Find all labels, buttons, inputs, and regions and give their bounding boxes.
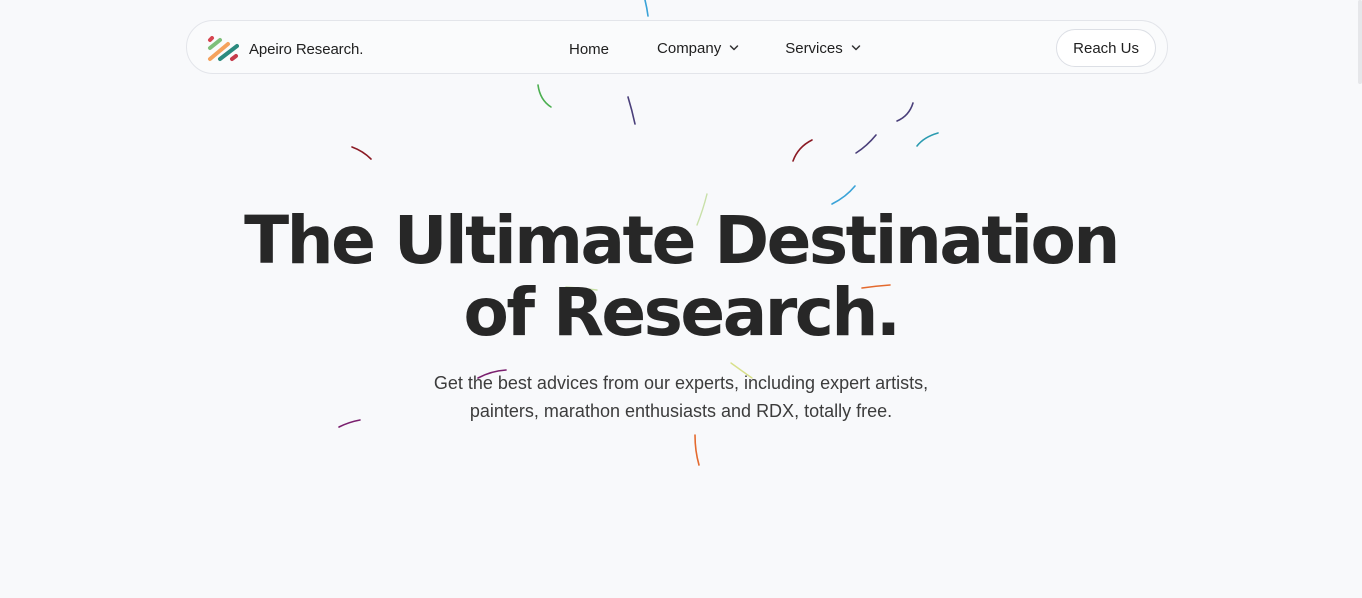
nav-item-company[interactable]: Company	[657, 40, 739, 57]
hero-section: The Ultimate Destination of Research. Ge…	[0, 205, 1362, 425]
nav-item-label: Services	[785, 39, 843, 57]
nav-item-label: Company	[657, 39, 722, 57]
reach-us-button[interactable]: Reach Us	[1056, 29, 1156, 67]
brand-home-link[interactable]: Apeiro Research.	[207, 36, 363, 62]
confetti-streak	[896, 102, 914, 122]
hero-title-line-2: of Research.	[463, 274, 901, 351]
confetti-streak	[694, 434, 700, 466]
hero-title: The Ultimate Destination of Research.	[0, 205, 1362, 349]
confetti-streak	[351, 146, 372, 160]
confetti-streak	[644, 0, 649, 17]
nav-item-label: Home	[569, 40, 610, 58]
confetti-streak	[916, 132, 939, 147]
hero-title-line-1: The Ultimate Destination	[244, 202, 1120, 279]
chevron-down-icon	[729, 45, 739, 51]
scrollbar-thumb[interactable]	[1358, 0, 1362, 84]
brand-name: Apeiro Research.	[249, 40, 364, 58]
chevron-down-icon	[851, 45, 860, 51]
confetti-streak	[792, 139, 813, 162]
confetti-streak	[537, 84, 552, 108]
landing-page: Apeiro Research. Home Company Services R…	[0, 0, 1362, 598]
confetti-streak	[855, 134, 877, 154]
diagonal-stripes-logo-icon	[208, 36, 239, 61]
main-nav: Home Company Services	[569, 21, 861, 75]
confetti-streak	[627, 96, 636, 125]
top-navbar: Apeiro Research. Home Company Services R…	[186, 20, 1168, 74]
nav-item-services[interactable]: Services	[785, 40, 861, 57]
hero-subtitle: Get the best advices from our experts, i…	[433, 373, 929, 421]
nav-item-home[interactable]: Home	[569, 39, 609, 58]
